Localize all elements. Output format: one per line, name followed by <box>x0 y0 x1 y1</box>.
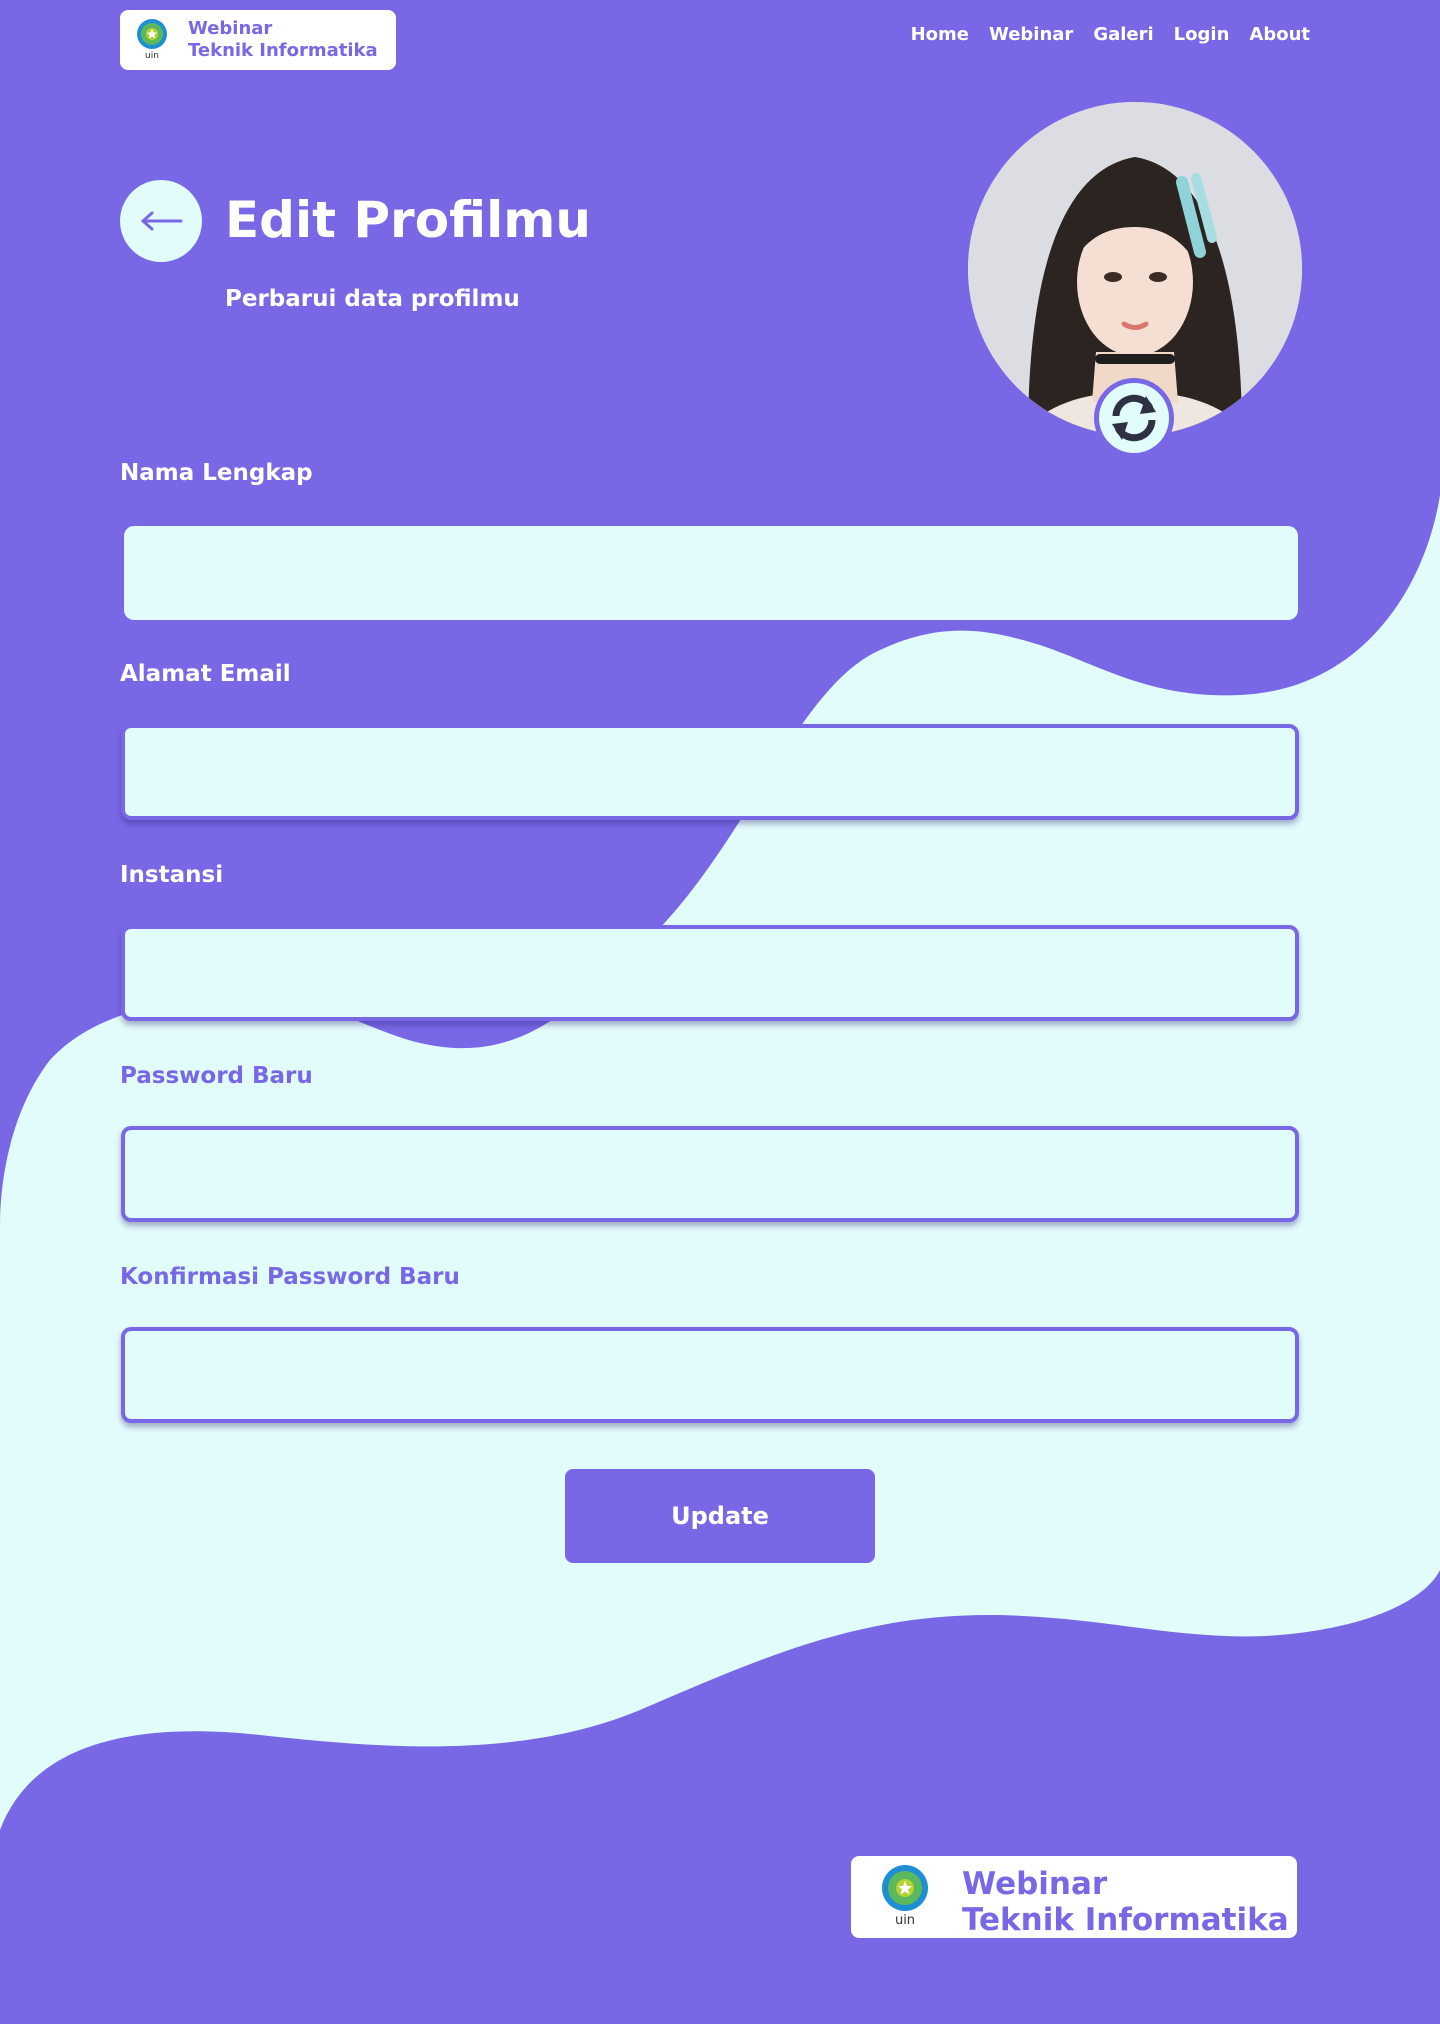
nama-lengkap-label: Nama Lengkap <box>120 460 313 486</box>
password-baru-input[interactable] <box>121 1126 1299 1222</box>
nama-lengkap-input[interactable] <box>124 526 1298 620</box>
alamat-email-label: Alamat Email <box>120 661 291 687</box>
instansi-label: Instansi <box>120 862 224 888</box>
svg-text:uin: uin <box>145 51 159 61</box>
password-baru-label: Password Baru <box>120 1063 313 1089</box>
arrow-left-icon <box>141 211 183 231</box>
refresh-icon <box>1112 394 1156 442</box>
uin-logo-icon: uin <box>882 1865 928 1928</box>
footer-brand-line1: Webinar <box>962 1866 1108 1902</box>
konfirmasi-password-label: Konfirmasi Password Baru <box>120 1264 460 1290</box>
page-subtitle: Perbarui data profilmu <box>225 286 520 312</box>
brand-title-line1: Webinar <box>188 18 273 39</box>
footer-brand-card: uin Webinar Teknik Informatika <box>851 1856 1297 1938</box>
alamat-email-input[interactable] <box>121 724 1299 820</box>
konfirmasi-password-input[interactable] <box>121 1327 1299 1423</box>
brand-logo-card[interactable]: uin Webinar Teknik Informatika <box>120 10 396 70</box>
brand-title-line2: Teknik Informatika <box>188 40 378 61</box>
nav-about[interactable]: About <box>1249 24 1310 45</box>
nav-webinar[interactable]: Webinar <box>989 24 1073 45</box>
change-photo-button[interactable] <box>1094 378 1174 458</box>
page-title: Edit Profilmu <box>225 191 591 249</box>
update-button[interactable]: Update <box>565 1469 875 1563</box>
svg-text:uin: uin <box>895 1913 915 1928</box>
footer-brand-line2: Teknik Informatika <box>962 1902 1289 1938</box>
uin-logo-icon: uin <box>137 19 167 61</box>
back-button[interactable] <box>120 180 202 262</box>
nav-home[interactable]: Home <box>911 24 969 45</box>
instansi-input[interactable] <box>121 925 1299 1021</box>
nav-galeri[interactable]: Galeri <box>1093 24 1153 45</box>
nav-login[interactable]: Login <box>1174 24 1230 45</box>
main-nav: Home Webinar Galeri Login About <box>911 24 1310 45</box>
